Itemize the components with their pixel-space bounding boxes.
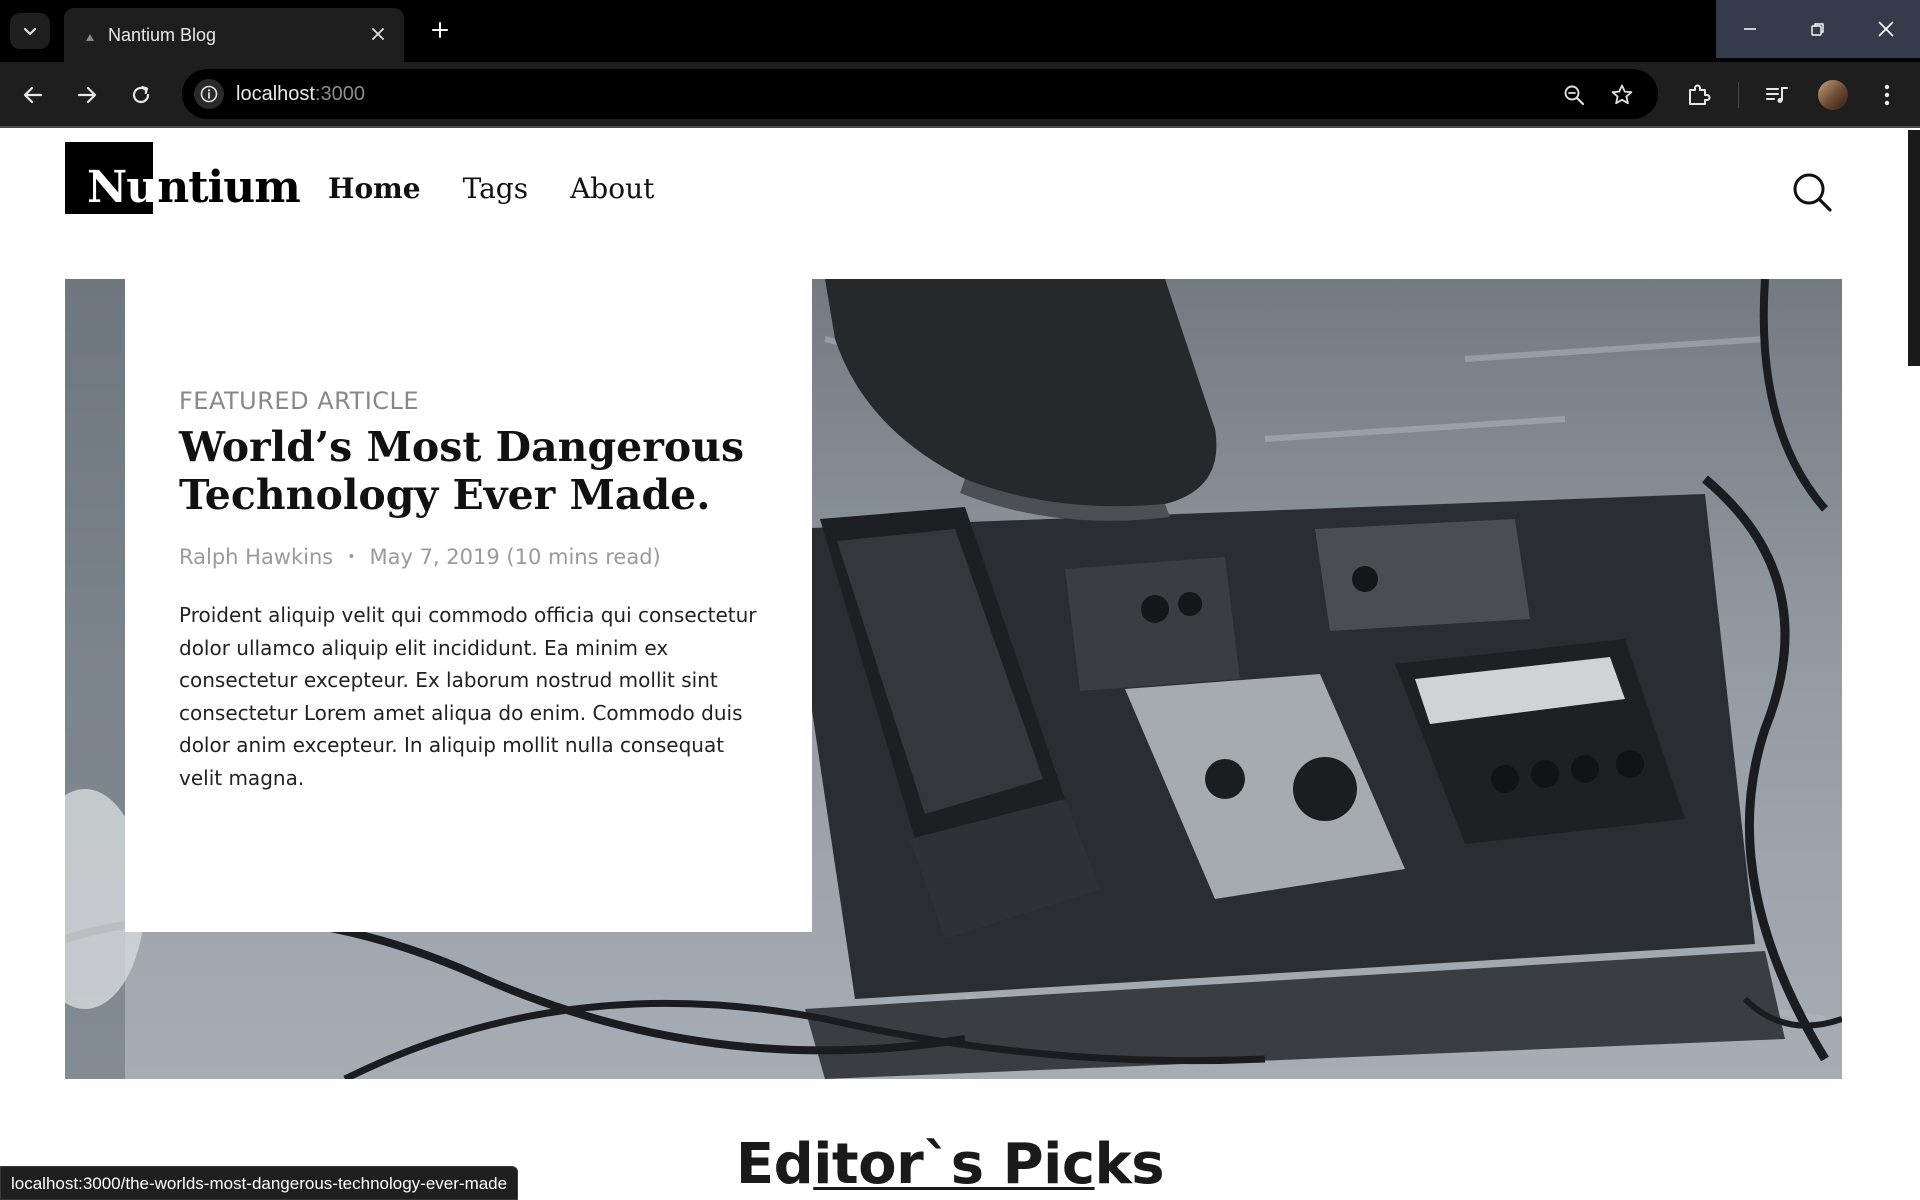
scrollbar-thumb[interactable] [1908,130,1920,366]
search-icon [1793,173,1832,212]
restore-button[interactable] [1784,0,1852,58]
main-nav: Home Tags About [328,172,654,205]
close-icon [372,28,384,40]
editors-picks-text-end: ks [1094,1132,1165,1197]
plus-icon [432,22,448,38]
tab-close-button[interactable] [366,22,390,46]
reload-icon [132,85,150,104]
close-icon [1878,21,1894,37]
more-vertical-icon [1884,84,1890,106]
nav-home[interactable]: Home [328,172,421,205]
restore-icon [1811,23,1824,36]
browser-tab-strip: Nantium Blog [0,0,1920,62]
tab-search-button[interactable] [10,13,50,49]
tab-title: Nantium Blog [108,25,217,45]
browser-toolbar: localhost:3000 [0,62,1920,128]
queue-music-icon [1766,87,1788,103]
featured-kicker: FEATURED ARTICLE [179,387,420,415]
extensions-button[interactable] [1682,78,1716,112]
minimize-button[interactable] [1716,0,1784,58]
address-url: localhost:3000 [236,83,365,106]
new-tab-button[interactable] [424,14,456,46]
back-button[interactable] [16,78,50,112]
chevron-down-icon [23,27,37,36]
editors-picks-text-start: Ed [735,1132,814,1197]
nav-tags[interactable]: Tags [463,172,529,205]
logo-text-rest: ntium [157,162,301,213]
bookmark-button[interactable] [1608,81,1636,109]
logo-text-inverted: Nu [87,162,158,213]
forward-button[interactable] [70,78,104,112]
page-viewport: Nuntium Home Tags About FEATURED ARTICLE… [0,130,1920,1200]
info-icon [200,85,218,103]
arrow-right-icon [77,86,97,104]
meta-separator: • [347,549,356,565]
address-bar[interactable]: localhost:3000 [182,69,1658,119]
featured-article-card[interactable]: FEATURED ARTICLE World’s Most Dangerous … [125,279,812,932]
browser-tab-active[interactable]: Nantium Blog [64,8,404,62]
editors-picks-text-underlined: itor`s Pic [813,1132,1095,1197]
url-port: :3000 [314,83,365,105]
zoom-button[interactable] [1560,81,1588,109]
featured-hero[interactable]: FEATURED ARTICLE World’s Most Dangerous … [65,279,1842,1079]
article-meta: Ralph Hawkins • May 7, 2019 (10 mins rea… [179,545,758,569]
search-button[interactable] [1790,170,1834,214]
article-excerpt: Proident aliquip velit qui commodo offic… [179,603,757,790]
site-info-button[interactable] [194,79,224,109]
window-close-button[interactable] [1852,0,1920,58]
toolbar-divider [1738,82,1739,108]
window-controls [1716,0,1920,58]
zoom-out-icon [1564,85,1585,106]
favicon-icon [86,34,94,41]
site-header: Nuntium Home Tags About [0,130,1900,256]
reload-button[interactable] [124,78,158,112]
link-status-bubble: localhost:3000/the-worlds-most-dangerous… [0,1166,519,1200]
featured-title[interactable]: World’s Most Dangerous Technology Ever M… [179,423,758,519]
media-controls-button[interactable] [1760,78,1794,112]
url-host: localhost [236,83,315,105]
logo-text: Nuntium [87,162,301,213]
minimize-icon [1744,28,1756,30]
puzzle-icon [1689,84,1711,105]
browser-menu-button[interactable] [1870,78,1904,112]
profile-avatar[interactable] [1818,80,1848,110]
star-icon [1611,84,1633,105]
article-date: May 7, 2019 (10 mins read) [369,545,661,569]
nav-about[interactable]: About [570,172,654,205]
article-author[interactable]: Ralph Hawkins [179,545,333,569]
arrow-left-icon [23,86,43,104]
